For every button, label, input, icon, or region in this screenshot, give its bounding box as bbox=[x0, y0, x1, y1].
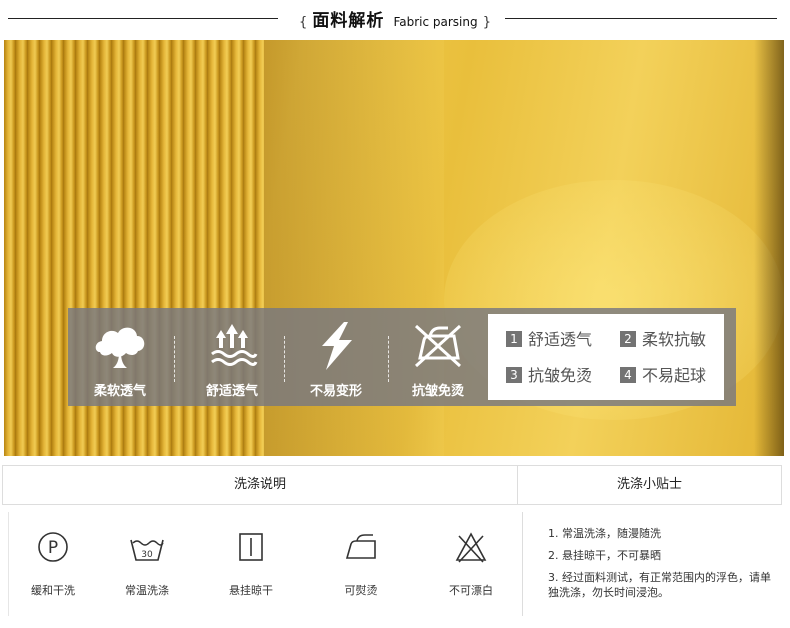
care-instructions-title: 洗涤说明 bbox=[233, 477, 286, 492]
care-tips-title: 洗涤小贴士 bbox=[616, 477, 682, 492]
svg-text:P: P bbox=[48, 538, 58, 558]
feature-number-badge: 2 bbox=[620, 331, 636, 347]
title-en: Fabric parsing bbox=[393, 15, 478, 29]
title-brace-close: } bbox=[482, 15, 491, 30]
feature-label: 不易变形 bbox=[309, 384, 362, 399]
feature-list-item: 2 柔软抗敏 bbox=[620, 328, 706, 352]
header-rule-right bbox=[505, 18, 777, 19]
feature-label: 抗皱免烫 bbox=[411, 384, 464, 399]
feature-list-item: 4 不易起球 bbox=[620, 364, 706, 388]
care-symbol: 不可漂白 bbox=[426, 526, 516, 612]
care-symbol: 可熨烫 bbox=[316, 526, 406, 612]
feature-list-item: 1 舒适透气 bbox=[506, 328, 592, 352]
fabric-edge-shade bbox=[754, 40, 784, 456]
feature-number-badge: 1 bbox=[506, 331, 522, 347]
feature-number-badge: 4 bbox=[620, 367, 636, 383]
feature-soft-breathable: 柔软透气 bbox=[68, 308, 172, 406]
feature-label: 舒适透气 bbox=[205, 384, 258, 399]
section-header: { 面料解析 Fabric parsing } bbox=[0, 0, 790, 36]
lightning-icon bbox=[322, 322, 352, 370]
no-bleach-icon bbox=[455, 532, 487, 563]
svg-text:30: 30 bbox=[141, 550, 153, 560]
feature-list-text: 抗皱免烫 bbox=[528, 366, 593, 385]
care-symbol: 悬挂晾干 bbox=[206, 526, 296, 612]
hang-dry-icon bbox=[239, 533, 263, 561]
care-tip: 3. 经过面料测试，有正常范围内的浮色，请单独洗涤，勿长时间浸泡。 bbox=[548, 571, 771, 599]
care-tips-list: 1. 常温洗涤，随漫随洗 2. 悬挂晾干，不可暴晒 3. 经过面料测试，有正常范… bbox=[548, 526, 778, 607]
header-rule-left bbox=[8, 18, 278, 19]
section-title: { 面料解析 Fabric parsing } bbox=[290, 6, 500, 31]
cloud-icon bbox=[95, 327, 145, 368]
feature-label: 柔软透气 bbox=[93, 384, 146, 399]
feature-list-text: 不易起球 bbox=[642, 366, 707, 385]
feature-number-badge: 3 bbox=[506, 367, 522, 383]
feature-list-item: 3 抗皱免烫 bbox=[506, 364, 592, 388]
iron-icon bbox=[345, 534, 376, 559]
dry-clean-p-icon: P bbox=[38, 532, 68, 562]
breathable-arrows-icon bbox=[211, 324, 258, 366]
feature-list-box: 1 舒适透气 2 柔软抗敏 3 抗皱免烫 4 不易起球 bbox=[488, 314, 724, 400]
care-symbol: P 缓和干洗 bbox=[8, 526, 98, 612]
feature-no-deform: 不易变形 bbox=[284, 308, 388, 406]
title-brace-open: { bbox=[298, 15, 308, 30]
care-symbol-label: 不可漂白 bbox=[449, 584, 493, 597]
care-symbol-label: 常温洗涤 bbox=[125, 584, 169, 597]
feature-anti-wrinkle: 抗皱免烫 bbox=[386, 308, 490, 406]
care-header: 洗涤说明 洗涤小贴士 bbox=[2, 465, 782, 505]
title-cn: 面料解析 bbox=[312, 11, 385, 31]
care-symbol-label: 悬挂晾干 bbox=[229, 584, 273, 597]
care-symbol-label: 缓和干洗 bbox=[31, 584, 75, 597]
care-tip: 2. 悬挂晾干，不可暴晒 bbox=[548, 549, 661, 562]
wash-30-icon: 30 bbox=[130, 539, 164, 561]
no-iron-icon bbox=[414, 324, 462, 368]
care-symbol-label: 可熨烫 bbox=[344, 584, 378, 597]
feature-divider bbox=[174, 336, 175, 382]
feature-comfort-breathable: 舒适透气 bbox=[180, 308, 284, 406]
feature-list-text: 柔软抗敏 bbox=[642, 330, 707, 349]
feature-list-text: 舒适透气 bbox=[528, 330, 593, 349]
feature-band: 柔软透气 舒适透气 不易变形 抗皱免烫 1 舒适透气 2 柔软抗敏 3 抗皱免烫… bbox=[68, 308, 736, 406]
care-symbol: 30 常温洗涤 bbox=[102, 526, 192, 612]
care-tip: 1. 常温洗涤，随漫随洗 bbox=[548, 527, 661, 540]
